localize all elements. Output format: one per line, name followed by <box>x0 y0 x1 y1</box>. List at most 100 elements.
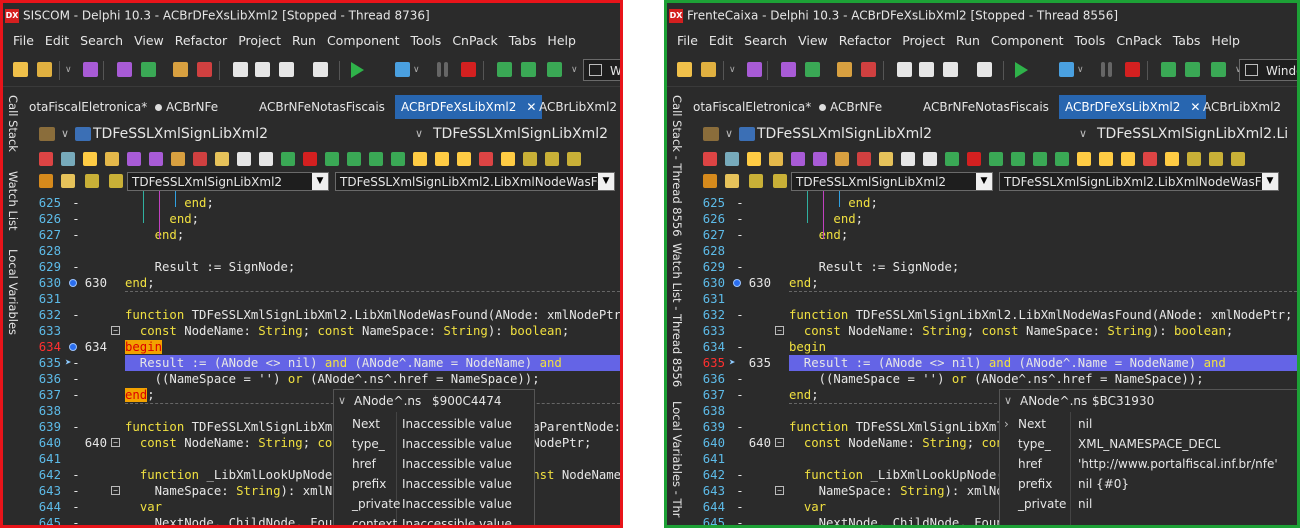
cnpack-tool-16-icon[interactable] <box>1033 152 1047 166</box>
tab-otafiscaleletronica[interactable]: otaFiscalEletronica* <box>25 95 151 119</box>
tab-acbrnfe[interactable]: ACBrNFe <box>151 95 222 119</box>
menu-run[interactable]: Run <box>956 33 980 48</box>
folder-icon[interactable] <box>725 174 739 188</box>
menu-tabs[interactable]: Tabs <box>1173 33 1201 48</box>
code-line[interactable]: 633 − const NodeName: String; const NameS… <box>689 323 1297 339</box>
breakpoint-icon[interactable] <box>69 343 77 351</box>
tab-acbrdfexslibxml2[interactable]: ACBrDFeXsLibXml2 ✕ <box>1059 95 1207 119</box>
impl-icon[interactable] <box>109 174 123 188</box>
hint-field-row[interactable]: prefix nil {#0} <box>1000 474 1297 494</box>
step-over-icon[interactable] <box>1161 62 1176 77</box>
menu-view[interactable]: View <box>798 33 828 48</box>
cnpack-tool-5-icon[interactable] <box>791 152 805 166</box>
hint-field-row[interactable]: › Next nil <box>1000 414 1297 434</box>
class-icon[interactable] <box>703 127 719 141</box>
hint-field-row[interactable]: href 'http://www.portalfiscal.inf.br/nfe' <box>1000 454 1297 474</box>
tab-acbrdfexslibxml2[interactable]: ACBrDFeXsLibXml2 ✕ <box>395 95 543 119</box>
chevron-down-icon[interactable]: ∨ <box>1077 65 1084 75</box>
chevron-down-icon[interactable]: ∨ <box>725 121 733 147</box>
menu-tools[interactable]: Tools <box>1075 33 1106 48</box>
debug-inspector-hint[interactable]: ∨ ANode^.ns $900C4474 Next Inaccessible valu… <box>333 389 535 525</box>
method-icon[interactable] <box>739 127 755 141</box>
save-icon[interactable] <box>83 62 98 77</box>
hint-field-row[interactable]: type_ XML_NAMESPACE_DECL <box>1000 434 1297 454</box>
intf-icon[interactable] <box>85 174 99 188</box>
run-icon[interactable] <box>1015 62 1028 78</box>
menu-run[interactable]: Run <box>292 33 316 48</box>
chevron-down-icon[interactable]: ∨ <box>571 65 578 75</box>
side-tab-watch-list[interactable]: Watch List <box>6 171 20 231</box>
chevron-down-icon[interactable]: ∨ <box>1004 390 1012 412</box>
dropdown-arrow-icon[interactable]: ▼ <box>312 173 328 190</box>
new-icon[interactable] <box>677 62 692 77</box>
cnpack-tool-21-icon[interactable] <box>479 152 493 166</box>
layout-combo[interactable]: Win <box>583 59 620 81</box>
step-over-icon[interactable] <box>497 62 512 77</box>
cnpack-tool-19-icon[interactable] <box>435 152 449 166</box>
fold-toggle-icon[interactable]: − <box>775 438 784 447</box>
cnpack-tool-20-icon[interactable] <box>457 152 471 166</box>
cnpack-tool-15-icon[interactable] <box>1011 152 1025 166</box>
cnpack-tool-12-icon[interactable] <box>281 152 295 166</box>
breakpoint-icon[interactable] <box>69 279 77 287</box>
cnpack-tool-11-icon[interactable] <box>259 152 273 166</box>
pause-icon[interactable] <box>437 62 441 77</box>
pause-icon[interactable] <box>1101 62 1105 77</box>
add-file-icon[interactable] <box>173 62 188 77</box>
code-line[interactable]: 626- end; <box>25 211 620 227</box>
layout-combo[interactable]: Windo <box>1239 59 1297 81</box>
cnpack-tool-25-icon[interactable] <box>1231 152 1245 166</box>
code-line[interactable]: 625- end; <box>25 195 620 211</box>
cnpack-tool-7-icon[interactable] <box>171 152 185 166</box>
code-line[interactable]: 635 ➤ 635 Result := (ANode <> nil) and (AN… <box>689 355 1297 371</box>
cnpack-tool-19-icon[interactable] <box>1099 152 1113 166</box>
cnpack-tool-7-icon[interactable] <box>835 152 849 166</box>
side-tab-watch-list[interactable]: Watch List - Thread 8556 <box>670 243 684 387</box>
cnpack-tool-13-icon[interactable] <box>967 152 981 166</box>
dropdown-arrow-icon[interactable]: ▼ <box>598 173 614 190</box>
unit-icon[interactable] <box>703 174 717 188</box>
menu-edit[interactable]: Edit <box>709 33 733 48</box>
run-no-debug-icon[interactable] <box>1059 62 1074 77</box>
code-line[interactable]: 636- ((NameSpace = '') or (ANode^.ns^.hr… <box>689 371 1297 387</box>
code-line[interactable]: 631 <box>689 291 1297 307</box>
save-icon[interactable] <box>747 62 762 77</box>
cnpack-tool-24-icon[interactable] <box>1209 152 1223 166</box>
cnpack-tool-22-icon[interactable] <box>501 152 515 166</box>
hint-field-row[interactable]: context Inaccessible value <box>334 514 534 525</box>
code-line[interactable]: 630 630 end; <box>689 275 1297 291</box>
add-file-icon[interactable] <box>837 62 852 77</box>
cnpack-tool-25-icon[interactable] <box>567 152 581 166</box>
expand-icon[interactable]: › <box>1004 414 1009 434</box>
cnpack-tool-12-icon[interactable] <box>945 152 959 166</box>
fold-toggle-icon[interactable]: − <box>111 486 120 495</box>
code-line[interactable]: 629- Result := SignNode; <box>689 259 1297 275</box>
menu-search[interactable]: Search <box>744 33 787 48</box>
code-line[interactable]: 631 <box>25 291 620 307</box>
cnpack-tool-17-icon[interactable] <box>1055 152 1069 166</box>
chevron-down-icon[interactable]: ∨ <box>413 65 420 75</box>
code-line[interactable]: 632- function TDFeSSLXmlSignLibXml2.LibXm… <box>25 307 620 323</box>
cnpack-tool-4-icon[interactable] <box>769 152 783 166</box>
chevron-down-icon[interactable]: ∨ <box>338 390 346 412</box>
menu-refactor[interactable]: Refactor <box>839 33 891 48</box>
chevron-down-icon[interactable]: ∨ <box>729 65 736 75</box>
debug-inspector-hint[interactable]: ∨ ANode^.ns $BC31930 › Next nil type_ XML_NAMES… <box>999 389 1297 525</box>
cnpack-tool-13-icon[interactable] <box>303 152 317 166</box>
code-line[interactable]: 629- Result := SignNode; <box>25 259 620 275</box>
cnpack-tool-3-icon[interactable] <box>747 152 761 166</box>
dropdown-arrow-icon[interactable]: ▼ <box>1262 173 1278 190</box>
save-all-icon[interactable] <box>781 62 796 77</box>
cnpack-tool-23-icon[interactable] <box>523 152 537 166</box>
unit-icon[interactable] <box>39 174 53 188</box>
chevron-down-icon[interactable]: ∨ <box>415 121 423 147</box>
cnpack-tool-24-icon[interactable] <box>545 152 559 166</box>
code-line[interactable]: 634- begin <box>689 339 1297 355</box>
side-tab-local-variables[interactable]: Local Variables - Thr <box>670 401 684 518</box>
open-icon[interactable] <box>701 62 716 77</box>
code-line[interactable]: 634 634 begin <box>25 339 620 355</box>
side-tab-local-variables[interactable]: Local Variables <box>6 249 20 335</box>
save-all-icon[interactable] <box>117 62 132 77</box>
chevron-down-icon[interactable]: ∨ <box>65 65 72 75</box>
cnpack-tool-11-icon[interactable] <box>923 152 937 166</box>
